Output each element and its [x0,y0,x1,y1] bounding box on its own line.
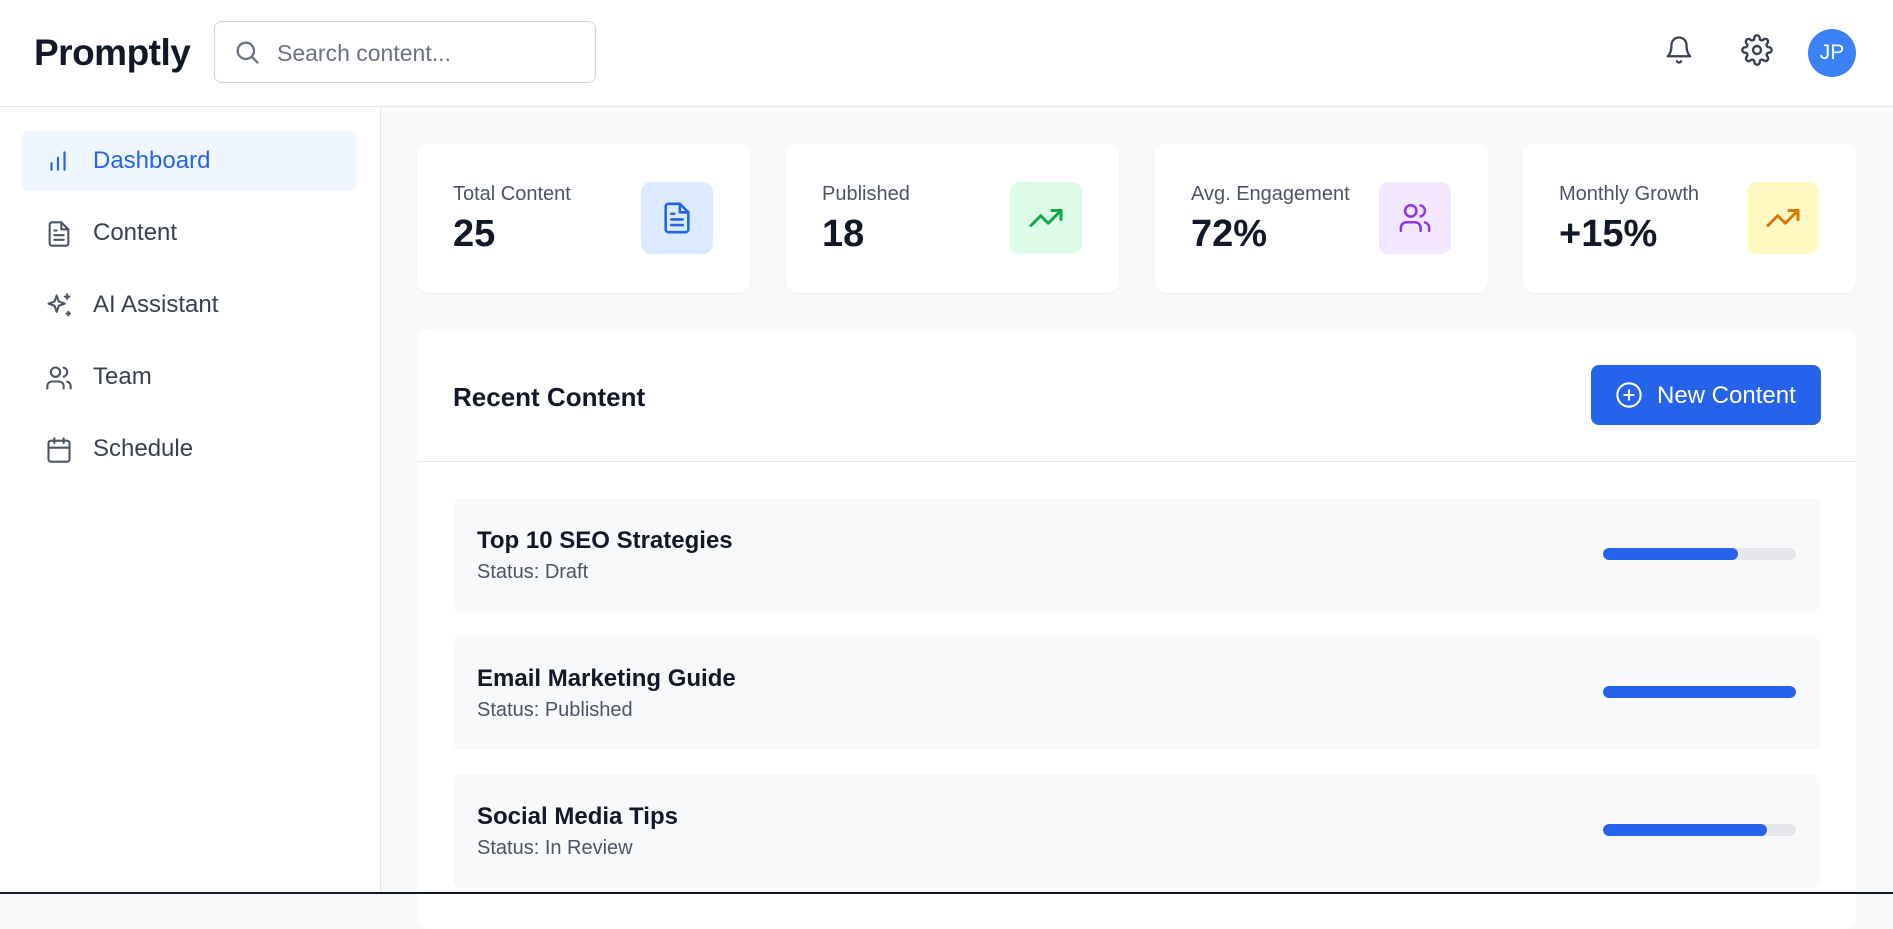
bell-icon [1666,36,1692,64]
stat-icon-box [641,182,713,254]
stat-icon-box [1379,182,1451,254]
users-icon [1399,203,1431,233]
content-title: Top 10 SEO Strategies [477,527,733,554]
progress-fill [1603,548,1739,560]
settings-button[interactable] [1741,33,1773,72]
panel-title: Recent Content [453,382,646,412]
sidebar-item-content[interactable]: Content [21,203,357,263]
stat-value: 72% [1191,213,1268,255]
progress-fill [1603,824,1768,836]
search-box[interactable] [214,21,596,83]
progress-fill [1603,686,1796,698]
status-value: Draft [544,561,589,583]
stat-card-total-content: Total Content 25 [417,143,750,293]
search-icon [236,41,259,64]
status-prefix: Status: [477,561,545,583]
sidebar-item-ai-assistant[interactable]: AI Assistant [21,275,357,335]
sidebar-item-label: AI Assistant [93,291,219,318]
stat-label: Avg. Engagement [1191,183,1350,205]
top-header: Promptly JP [0,0,1893,107]
sidebar-item-team[interactable]: Team [21,347,357,407]
content-row[interactable]: Email Marketing Guide Status: Published [453,636,1820,750]
search-input[interactable] [275,34,579,72]
stat-value: 25 [453,213,496,255]
status-value: Published [544,699,633,721]
new-content-label: New Content [1657,382,1796,409]
sidebar-item-label: Content [93,219,178,246]
progress-bar [1603,824,1796,836]
recent-content-panel: Recent Content New Content Top 10 SEO St… [417,329,1856,929]
stat-value: +15% [1559,213,1658,255]
status-prefix: Status: [477,699,545,721]
sidebar-item-label: Team [93,363,152,390]
stat-card-avg-engagement: Avg. Engagement 72% [1155,143,1488,293]
new-content-button[interactable]: New Content [1591,365,1821,425]
sidebar-item-label: Schedule [93,435,194,462]
notifications-button[interactable] [1664,33,1694,72]
stat-label: Monthly Growth [1559,183,1700,205]
content-title: Email Marketing Guide [477,665,736,692]
stat-icon-box [1747,182,1819,254]
stat-card-published: Published 18 [786,143,1119,293]
bar-chart-icon [50,151,66,171]
content-row[interactable]: Top 10 SEO Strategies Status: Draft [453,498,1820,612]
status-value: In Review [544,837,633,859]
document-icon [664,202,690,234]
trending-up-icon [1766,209,1800,227]
avatar[interactable]: JP [1808,29,1856,77]
sidebar-item-dashboard[interactable]: Dashboard [21,131,357,191]
app-logo[interactable]: Promptly [34,32,191,74]
stat-card-monthly-growth: Monthly Growth +15% [1523,143,1856,293]
stat-icon-box [1010,182,1082,254]
sidebar: Dashboard Content AI Assistant Team Sche… [0,107,381,894]
gear-icon [1741,34,1773,66]
progress-bar [1603,548,1796,560]
content-status: Status: In Review [477,837,633,860]
sidebar-item-label: Dashboard [93,147,211,174]
status-prefix: Status: [477,837,545,859]
stat-value: 18 [822,213,865,255]
progress-bar [1603,686,1796,698]
stat-label: Published [822,183,910,205]
content-title: Social Media Tips [477,803,678,830]
calendar-icon [47,437,71,463]
panel-header: Recent Content New Content [417,329,1856,462]
sparkles-icon [47,293,72,317]
sidebar-item-schedule[interactable]: Schedule [21,419,357,479]
document-icon [48,221,70,247]
plus-circle-icon [1616,382,1642,408]
stat-label: Total Content [453,183,571,205]
trending-up-icon [1029,209,1063,227]
users-icon [46,366,72,390]
content-row[interactable]: Social Media Tips Status: In Review [453,774,1820,888]
content-status: Status: Published [477,699,633,722]
content-status: Status: Draft [477,561,588,584]
